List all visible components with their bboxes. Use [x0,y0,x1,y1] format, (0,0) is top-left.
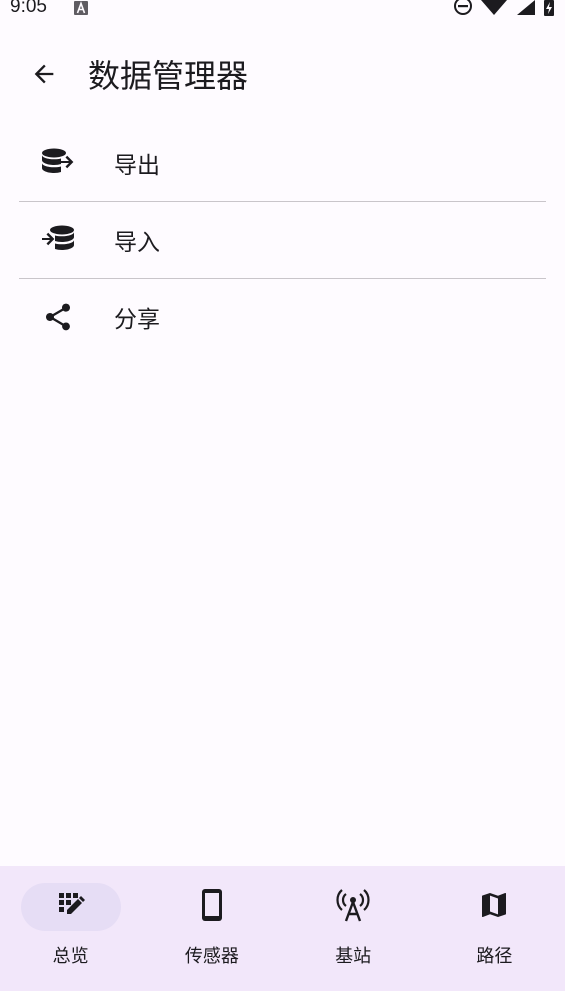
nav-item-sensors[interactable]: 传感器 [141,866,282,991]
keyboard-a-icon [74,0,88,19]
nav-item-route[interactable]: 路径 [424,866,565,991]
map-icon [478,889,510,925]
wifi-icon [481,0,507,20]
nav-icon-container [162,883,262,931]
cell-tower-icon [336,888,370,926]
nav-icon-container [303,883,403,931]
menu-item-label: 导入 [114,230,160,256]
battery-charging-icon [543,0,555,22]
nav-label: 基站 [335,946,372,967]
status-icons [453,0,555,22]
menu-item-export[interactable]: 导出 [0,125,565,201]
nav-label: 传感器 [184,946,239,967]
menu-item-label: 导出 [114,153,160,179]
status-time: 9:05 [10,0,47,17]
bottom-navigation: 总览 传感器 基站 路径 [0,866,565,991]
do-not-disturb-icon [453,0,473,22]
menu-list: 导出 导入 分享 [0,125,565,355]
arrow-back-icon [30,60,58,92]
nav-label: 路径 [476,946,513,967]
status-bar: 9:05 [0,0,565,20]
nav-item-cell-towers[interactable]: 基站 [283,866,424,991]
database-export-icon [38,143,78,183]
menu-item-share[interactable]: 分享 [0,279,565,355]
cell-signal-icon [515,0,535,20]
nav-label: 总览 [52,946,89,967]
menu-item-label: 分享 [114,307,160,333]
nav-item-overview[interactable]: 总览 [0,866,141,991]
phone-icon [197,888,227,926]
back-button[interactable] [20,52,68,100]
database-import-icon [38,220,78,260]
share-icon [38,297,78,337]
top-app-bar: 数据管理器 [0,40,565,112]
nav-active-indicator [20,883,121,931]
menu-item-import[interactable]: 导入 [0,202,565,278]
overview-grid-edit-icon [56,890,86,924]
page-title: 数据管理器 [88,57,249,95]
nav-icon-container [444,883,544,931]
